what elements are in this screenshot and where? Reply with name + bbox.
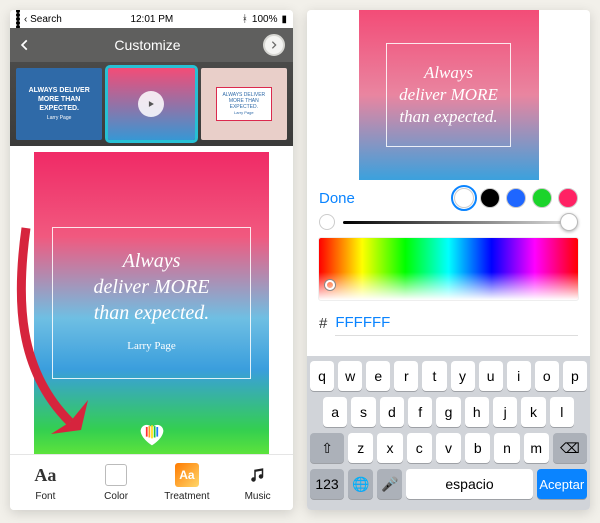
tab-color[interactable]: Color xyxy=(81,455,152,510)
key-i[interactable]: i xyxy=(507,361,531,391)
battery-text: 100% xyxy=(252,14,278,25)
color-swatches xyxy=(454,188,578,208)
battery-icon: ▮ xyxy=(281,14,287,25)
status-time: 12:01 PM xyxy=(130,14,173,25)
preview-text: Always deliver MORE than expected. xyxy=(386,43,511,147)
key-j[interactable]: j xyxy=(493,397,517,427)
key-d[interactable]: d xyxy=(380,397,404,427)
key-u[interactable]: u xyxy=(479,361,503,391)
template-thumb-2[interactable] xyxy=(108,68,194,140)
quote-text: Always deliver MORE than expected. xyxy=(67,248,236,326)
bottom-tab-bar: Aa Font Color Aa Treatment Music xyxy=(10,454,293,510)
signal-icon xyxy=(16,10,20,29)
slider-start-swatch xyxy=(319,214,335,230)
key-n[interactable]: n xyxy=(494,433,519,463)
next-button[interactable] xyxy=(263,34,285,56)
key-o[interactable]: o xyxy=(535,361,559,391)
canvas-area: Always deliver MORE than expected. Larry… xyxy=(10,146,293,454)
key-r[interactable]: r xyxy=(394,361,418,391)
back-to-search[interactable]: ‹ Search xyxy=(24,14,62,25)
key-k[interactable]: k xyxy=(521,397,545,427)
quote-frame: Always deliver MORE than expected. Larry… xyxy=(52,227,251,379)
key-mic[interactable]: 🎤 xyxy=(377,469,402,499)
key-t[interactable]: t xyxy=(422,361,446,391)
slider-thumb[interactable] xyxy=(560,213,578,231)
app-header: Customize xyxy=(10,28,293,62)
swatch-0[interactable] xyxy=(454,188,474,208)
done-button[interactable]: Done xyxy=(319,190,355,207)
swatch-3[interactable] xyxy=(532,188,552,208)
left-phone: ‹ Search 12:01 PM ᚼ 100% ▮ Customize ALW… xyxy=(10,10,293,510)
quote-author: Larry Page xyxy=(67,340,236,352)
key-c[interactable]: c xyxy=(407,433,432,463)
page-title: Customize xyxy=(114,37,180,53)
swatch-bar: Done xyxy=(307,180,590,212)
treatment-icon: Aa xyxy=(175,463,199,487)
key-numbers[interactable]: 123 xyxy=(310,469,344,499)
key-z[interactable]: z xyxy=(348,433,373,463)
template-thumbnail-row: ALWAYS DELIVER MORE THAN EXPECTED. Larry… xyxy=(10,62,293,146)
bluetooth-icon: ᚼ xyxy=(242,14,248,25)
key-space[interactable]: espacio xyxy=(406,469,532,499)
key-q[interactable]: q xyxy=(310,361,334,391)
key-w[interactable]: w xyxy=(338,361,362,391)
quote-canvas[interactable]: Always deliver MORE than expected. Larry… xyxy=(34,152,269,454)
key-f[interactable]: f xyxy=(408,397,432,427)
brightness-slider[interactable] xyxy=(343,221,578,224)
font-icon: Aa xyxy=(31,463,59,487)
picker-cursor[interactable] xyxy=(325,280,335,290)
key-shift[interactable]: ⇧ xyxy=(310,433,344,463)
status-bar: ‹ Search 12:01 PM ᚼ 100% ▮ xyxy=(10,10,293,28)
tab-font[interactable]: Aa Font xyxy=(10,455,81,510)
key-y[interactable]: y xyxy=(451,361,475,391)
key-a[interactable]: a xyxy=(323,397,347,427)
back-icon[interactable] xyxy=(18,38,32,52)
hex-input[interactable] xyxy=(335,310,578,336)
template-thumb-1[interactable]: ALWAYS DELIVER MORE THAN EXPECTED. Larry… xyxy=(16,68,102,140)
quote-preview[interactable]: Always deliver MORE than expected. xyxy=(359,10,539,180)
color-gradient-picker[interactable] xyxy=(319,238,578,300)
hex-input-row: # xyxy=(307,306,590,342)
color-icon xyxy=(105,464,127,486)
key-e[interactable]: e xyxy=(366,361,390,391)
key-l[interactable]: l xyxy=(550,397,574,427)
right-phone: Always deliver MORE than expected. Done … xyxy=(307,10,590,510)
play-icon[interactable] xyxy=(138,91,164,117)
key-m[interactable]: m xyxy=(524,433,549,463)
template-thumb-3[interactable]: ALWAYS DELIVER MORE THAN EXPECTED. Larry… xyxy=(201,68,287,140)
key-globe[interactable]: 🌐 xyxy=(348,469,373,499)
tab-music[interactable]: Music xyxy=(222,455,293,510)
keyboard: qwertyuiop asdfghjkl ⇧zxcvbnm⌫ 123 🌐 🎤 e… xyxy=(307,356,590,510)
tab-treatment[interactable]: Aa Treatment xyxy=(152,455,223,510)
key-s[interactable]: s xyxy=(351,397,375,427)
swatch-4[interactable] xyxy=(558,188,578,208)
key-v[interactable]: v xyxy=(436,433,461,463)
key-b[interactable]: b xyxy=(465,433,490,463)
key-p[interactable]: p xyxy=(563,361,587,391)
swatch-1[interactable] xyxy=(480,188,500,208)
preview-area: Always deliver MORE than expected. xyxy=(307,10,590,180)
key-backspace[interactable]: ⌫ xyxy=(553,433,587,463)
brightness-slider-row xyxy=(307,212,590,236)
music-icon xyxy=(244,463,272,487)
key-accept[interactable]: Aceptar xyxy=(537,469,587,499)
watermark-heart-icon xyxy=(138,420,166,448)
key-x[interactable]: x xyxy=(377,433,402,463)
key-h[interactable]: h xyxy=(465,397,489,427)
swatch-2[interactable] xyxy=(506,188,526,208)
chevron-right-icon xyxy=(269,40,279,50)
hash-label: # xyxy=(319,315,327,332)
key-g[interactable]: g xyxy=(436,397,460,427)
